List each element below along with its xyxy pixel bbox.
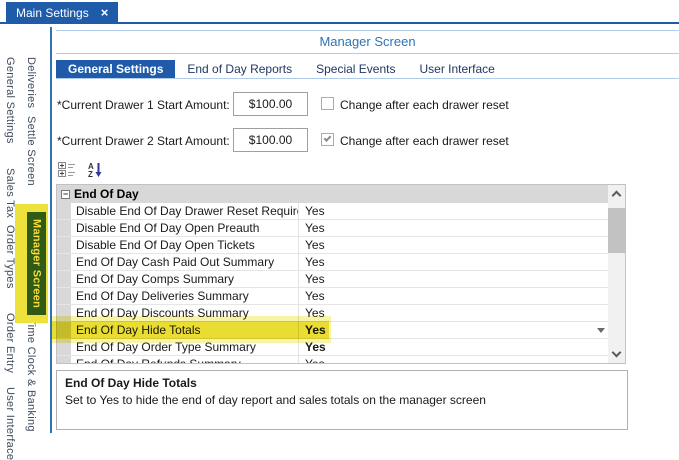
sidebar-item-deliveries[interactable]: Deliveries — [25, 57, 37, 108]
drawer1-amount-input[interactable] — [233, 92, 308, 116]
table-row[interactable]: End Of Day Comps Summary Yes — [57, 271, 608, 288]
document-tab-main-settings[interactable]: Main Settings × — [6, 2, 118, 23]
property-name: Disable End Of Day Open Preauth — [71, 220, 299, 236]
tab-user-interface[interactable]: User Interface — [407, 60, 506, 78]
drawer2-amount-input[interactable] — [233, 128, 308, 152]
page-title: Manager Screen — [56, 34, 679, 49]
property-description-panel: End Of Day Hide Totals Set to Yes to hid… — [56, 370, 628, 430]
property-name: End Of Day Cash Paid Out Summary — [71, 254, 299, 270]
table-row[interactable]: End Of Day Deliveries Summary Yes — [57, 288, 608, 305]
property-grid: − End Of Day Disable End Of Day Drawer R… — [56, 184, 626, 364]
vertical-scrollbar[interactable] — [608, 185, 625, 363]
scrollbar-thumb[interactable] — [608, 208, 625, 253]
close-icon[interactable]: × — [101, 5, 109, 20]
table-row[interactable]: End Of Day Order Type Summary Yes — [57, 339, 608, 356]
dropdown-arrow-icon[interactable] — [597, 328, 605, 333]
table-row[interactable]: Disable End Of Day Open Tickets Yes — [57, 237, 608, 254]
property-value[interactable]: Yes — [299, 288, 608, 304]
drawer2-reset-checkbox[interactable] — [321, 133, 334, 146]
table-row-selected-hide-totals[interactable]: End Of Day Hide Totals Yes — [57, 322, 608, 339]
sidebar-item-time-clock-banking[interactable]: Time Clock & Banking — [25, 318, 37, 432]
table-row[interactable]: Disable End Of Day Drawer Reset Required… — [57, 203, 608, 220]
tab-end-of-day-reports[interactable]: End of Day Reports — [175, 60, 304, 78]
property-name: End Of Day Order Type Summary — [71, 339, 299, 355]
collapse-icon[interactable]: − — [61, 190, 70, 199]
property-value[interactable]: Yes — [299, 203, 608, 219]
tab-special-events[interactable]: Special Events — [304, 60, 407, 78]
tab-strip-bottom-rule — [56, 78, 679, 79]
table-row[interactable]: End Of Day Discounts Summary Yes — [57, 305, 608, 322]
property-name: End Of Day Comps Summary — [71, 271, 299, 287]
svg-text:Z: Z — [88, 170, 93, 178]
property-value[interactable]: Yes — [299, 322, 608, 338]
property-grid-toolbar: A Z — [57, 160, 105, 179]
property-name: Disable End Of Day Drawer Reset Required — [71, 203, 299, 219]
sidebar: Deliveries General Settings Settle Scree… — [0, 26, 50, 434]
sidebar-item-general-settings[interactable]: General Settings — [4, 57, 16, 144]
header-top-rule — [56, 30, 679, 31]
category-label: End Of Day — [74, 187, 139, 201]
settings-tab-strip: General Settings End of Day Reports Spec… — [56, 60, 507, 78]
property-value[interactable]: Yes — [299, 339, 608, 355]
property-name: End Of Day Deliveries Summary — [71, 288, 299, 304]
sidebar-item-manager-screen[interactable]: Manager Screen — [27, 212, 46, 315]
drawer2-checkbox-label: Change after each drawer reset — [340, 134, 509, 148]
drawer1-checkbox-label: Change after each drawer reset — [340, 98, 509, 112]
property-value[interactable]: Yes — [299, 254, 608, 270]
alphabetical-sort-icon[interactable]: A Z — [85, 160, 105, 179]
property-value[interactable]: Yes — [299, 220, 608, 236]
sidebar-divider — [50, 27, 52, 433]
drawer2-label: *Current Drawer 2 Start Amount: — [57, 134, 230, 148]
categorized-view-icon[interactable] — [57, 160, 77, 179]
drawer1-label: *Current Drawer 1 Start Amount: — [57, 98, 230, 112]
property-name: Disable End Of Day Open Tickets — [71, 237, 299, 253]
property-value[interactable]: Yes — [299, 237, 608, 253]
description-text: Set to Yes to hide the end of day report… — [65, 393, 619, 407]
category-row-end-of-day[interactable]: − End Of Day — [57, 185, 608, 203]
scroll-down-icon[interactable] — [612, 348, 622, 358]
table-row[interactable]: Disable End Of Day Open Preauth Yes — [57, 220, 608, 237]
scroll-up-icon[interactable] — [612, 191, 622, 201]
property-value[interactable]: Yes — [299, 305, 608, 321]
table-row[interactable]: End Of Day Cash Paid Out Summary Yes — [57, 254, 608, 271]
description-title: End Of Day Hide Totals — [65, 376, 619, 390]
drawer1-reset-checkbox[interactable] — [321, 97, 334, 110]
tab-strip-underline — [0, 22, 679, 24]
table-row-clipped[interactable]: End Of Day Refunds Summary Yes — [57, 356, 608, 364]
header-bottom-rule — [56, 53, 679, 54]
property-name: End Of Day Refunds Summary — [71, 356, 299, 364]
property-value[interactable]: Yes — [299, 271, 608, 287]
sidebar-item-settle-screen[interactable]: Settle Screen — [25, 116, 37, 186]
property-name: End Of Day Hide Totals — [71, 322, 299, 338]
sidebar-item-user-interface[interactable]: User Interface — [4, 387, 16, 460]
main-settings-window: { "window": { "tab_title": "Main Setting… — [0, 0, 679, 434]
property-value[interactable]: Yes — [299, 356, 608, 364]
checkmark-icon — [324, 134, 332, 142]
tab-general-settings[interactable]: General Settings — [56, 60, 175, 78]
property-name: End Of Day Discounts Summary — [71, 305, 299, 321]
document-tab-label: Main Settings — [16, 6, 89, 20]
